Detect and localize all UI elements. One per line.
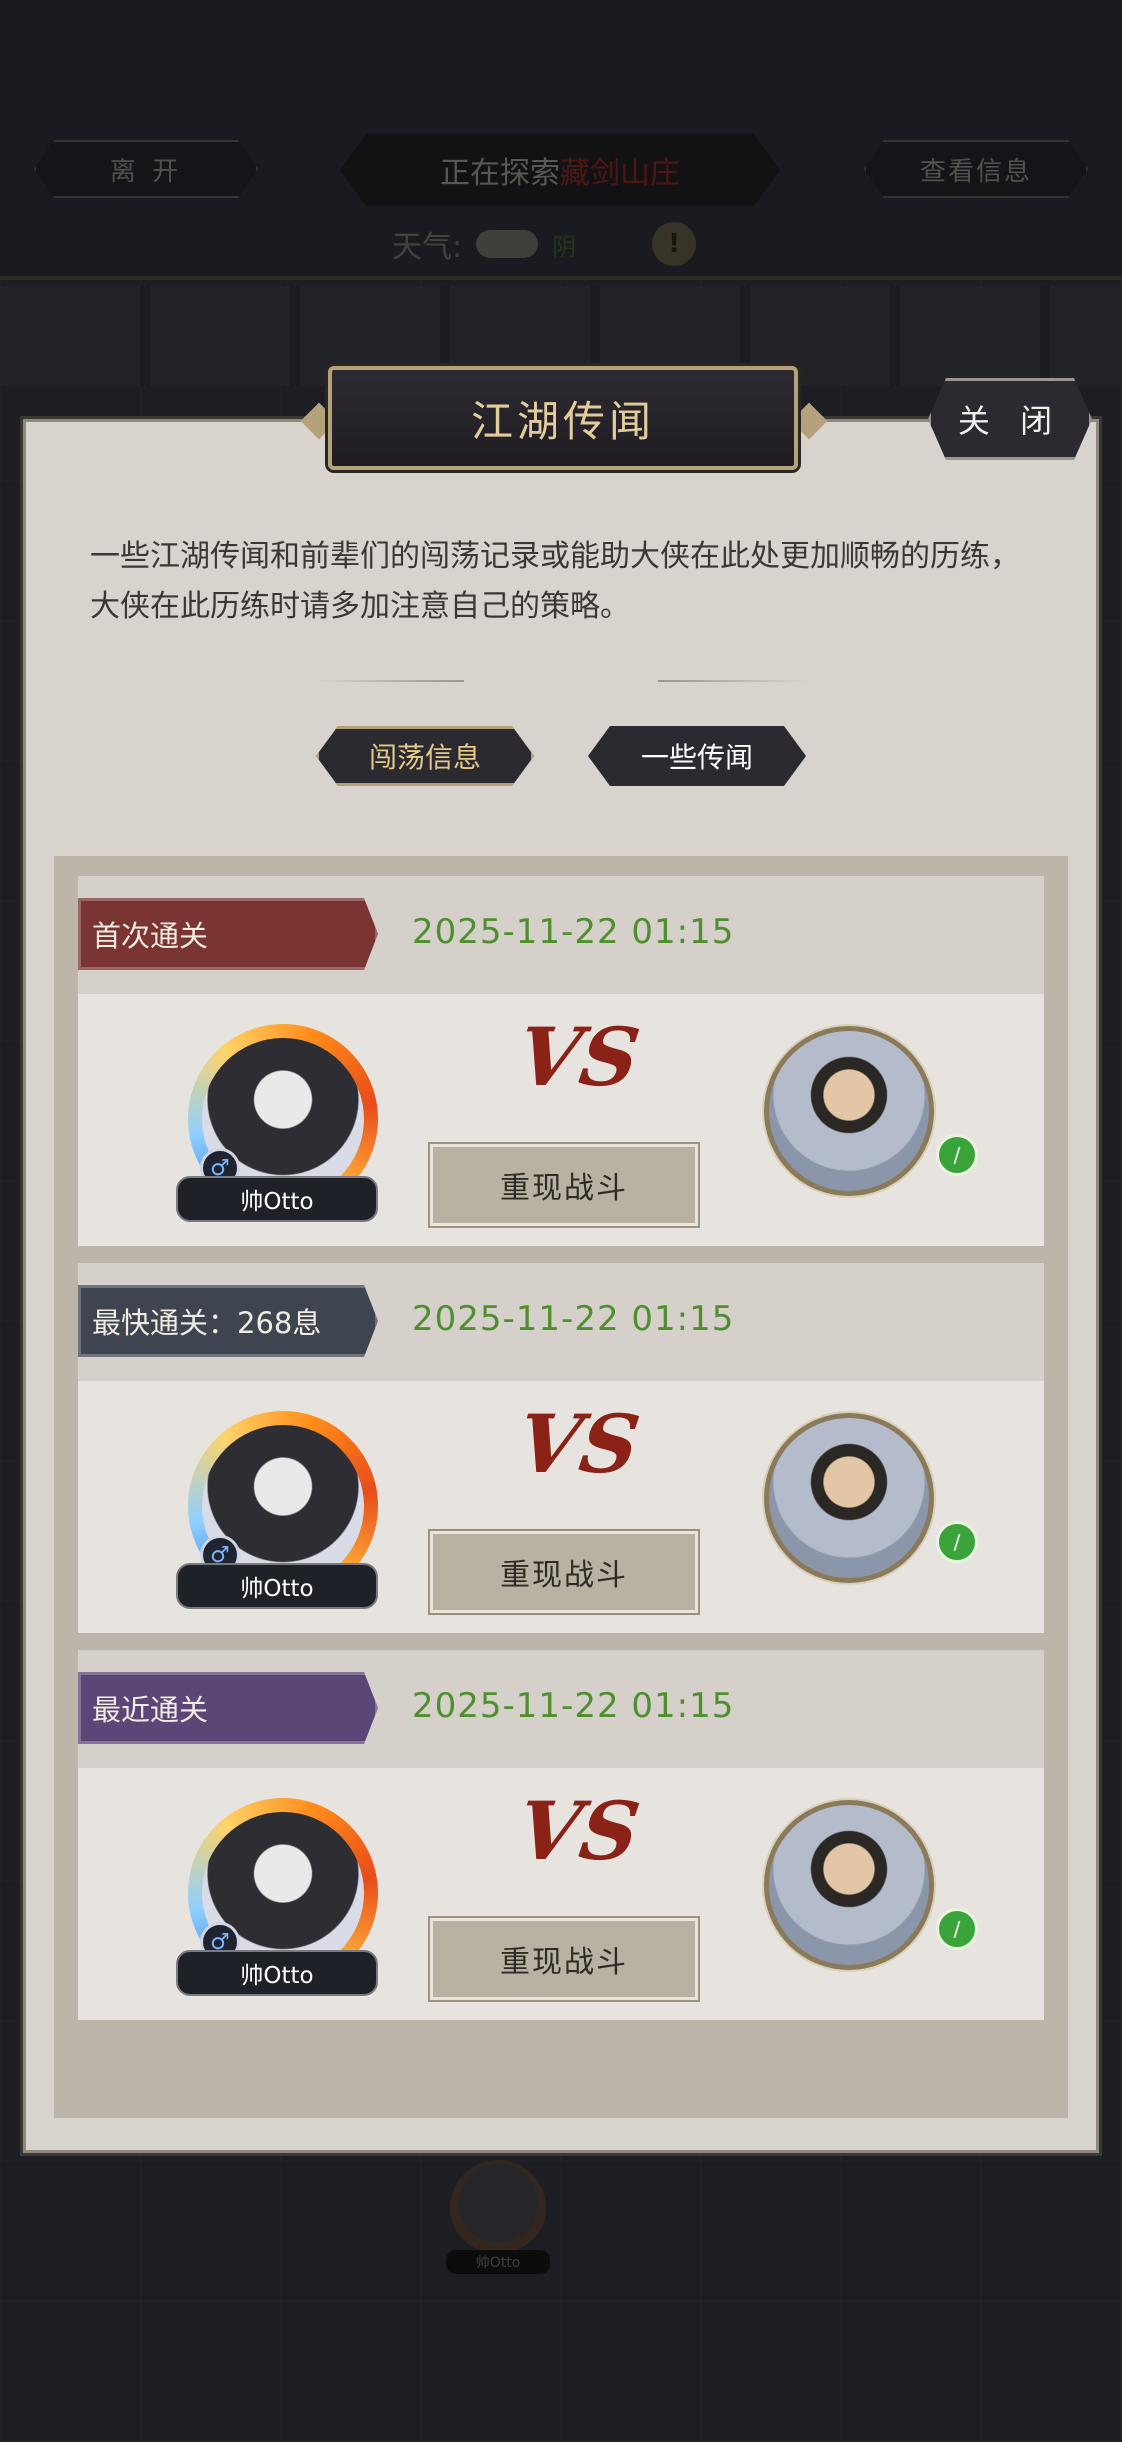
vs-icon: VS <box>512 1397 646 1491</box>
tab-adventure-info[interactable]: 闯荡信息 <box>316 726 534 786</box>
enemy-avatar[interactable] <box>764 1026 934 1196</box>
records-panel: 首次通关 2025-11-22 01:15 ♂ 帅Otto VS 重现战斗 / … <box>54 856 1068 2118</box>
record-fastest-clear: 最快通关：268息 2025-11-22 01:15 ♂ 帅Otto VS 重现… <box>78 1263 1044 1633</box>
replay-battle-button[interactable]: 重现战斗 <box>430 1918 698 2000</box>
tab-rumors[interactable]: 一些传闻 <box>588 726 806 786</box>
record-date: 2025-11-22 01:15 <box>412 1686 735 1726</box>
enemy-avatar[interactable] <box>764 1413 934 1583</box>
record-header: 首次通关 2025-11-22 01:15 <box>78 876 1044 994</box>
player-name: 帅Otto <box>176 1950 378 1996</box>
replay-battle-button[interactable]: 重现战斗 <box>430 1144 698 1226</box>
sword-icon: / <box>936 1134 978 1176</box>
record-first-clear: 首次通关 2025-11-22 01:15 ♂ 帅Otto VS 重现战斗 / <box>78 876 1044 1246</box>
record-title-ribbon: 最快通关：268息 <box>78 1285 378 1357</box>
record-header: 最近通关 2025-11-22 01:15 <box>78 1650 1044 1768</box>
player-name: 帅Otto <box>176 1563 378 1609</box>
modal-title: 江湖传闻 <box>328 366 798 470</box>
modal-description: 一些江湖传闻和前辈们的闯荡记录或能助大侠在此处更加顺畅的历练，大侠在此历练时请多… <box>90 539 1020 624</box>
record-date: 2025-11-22 01:15 <box>412 912 735 952</box>
close-button[interactable]: 关 闭 <box>928 378 1092 460</box>
record-title-ribbon: 最近通关 <box>78 1672 378 1744</box>
vs-icon: VS <box>512 1010 646 1104</box>
record-date: 2025-11-22 01:15 <box>412 1299 735 1339</box>
vs-icon: VS <box>512 1784 646 1878</box>
enemy-avatar[interactable] <box>764 1800 934 1970</box>
divider-left <box>314 680 464 682</box>
record-title-ribbon: 首次通关 <box>78 898 378 970</box>
sword-icon: / <box>936 1521 978 1563</box>
divider-right <box>658 680 808 682</box>
record-header: 最快通关：268息 2025-11-22 01:15 <box>78 1263 1044 1381</box>
replay-battle-button[interactable]: 重现战斗 <box>430 1531 698 1613</box>
player-name: 帅Otto <box>176 1176 378 1222</box>
sword-icon: / <box>936 1908 978 1950</box>
record-recent-clear: 最近通关 2025-11-22 01:15 ♂ 帅Otto VS 重现战斗 / <box>78 1650 1044 2020</box>
